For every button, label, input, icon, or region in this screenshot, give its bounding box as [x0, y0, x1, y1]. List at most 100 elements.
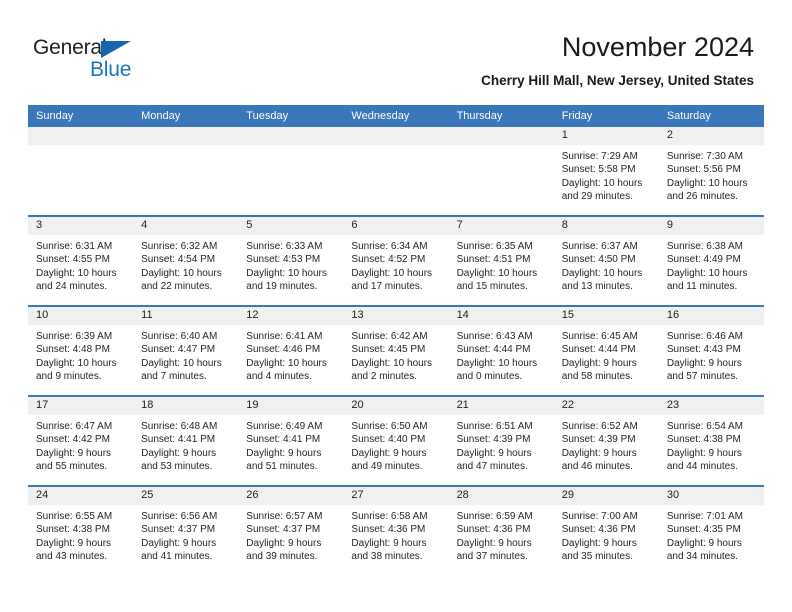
calendar-day-cell[interactable]: 17 Sunrise: 6:47 AM Sunset: 4:42 PM Dayligh…	[28, 397, 134, 485]
day-details: Sunrise: 6:58 AM Sunset: 4:36 PM Daylight:…	[343, 505, 448, 564]
calendar-week-row: 1 Sunrise: 7:29 AM Sunset: 5:58 PM Daylight…	[28, 127, 764, 216]
calendar-day-cell[interactable]: 14 Sunrise: 6:43 AM Sunset: 4:44 PM Dayligh…	[448, 307, 554, 395]
sunrise-text: Sunrise: 6:39 AM	[36, 331, 113, 342]
sunset-text: Sunset: 4:36 PM	[351, 524, 426, 536]
sunset-text: Sunset: 4:35 PM	[666, 524, 741, 536]
sunset-text: Sunset: 4:39 PM	[561, 434, 636, 446]
calendar-day-cell[interactable]: 30 Sunrise: 7:01 AM Sunset: 4:35 PM Dayligh…	[658, 487, 764, 575]
day-details: Sunrise: 6:35 AM Sunset: 4:51 PM Daylight:…	[449, 235, 554, 294]
sunset-text: Sunset: 4:43 PM	[666, 344, 741, 356]
day-number: 4	[133, 217, 239, 235]
sunset-text: Sunset: 4:38 PM	[36, 524, 110, 536]
day-number: 2	[658, 127, 764, 145]
calendar-day-cell[interactable]: 10 Sunrise: 6:39 AM Sunset: 4:48 PM Dayligh…	[28, 307, 134, 395]
calendar-header-row: Sunday Monday Tuesday Wednesday Thursday Frid…	[28, 105, 764, 127]
calendar-day-cell[interactable]: 8 Sunrise: 6:37 AM Sunset: 4:50 PM Daylight…	[553, 217, 659, 305]
sunset-text: Sunset: 4:41 PM	[246, 434, 321, 446]
calendar-day-cell[interactable]: 12 Sunrise: 6:41 AM Sunset: 4:46 PM Dayligh…	[238, 307, 344, 395]
daylight-text: Daylight: 9 hours and 47 minutes.	[456, 447, 532, 473]
calendar-grid: Sunday Monday Tuesday Wednesday Thursday Frid…	[28, 105, 764, 575]
daylight-text: Daylight: 10 hours and 19 minutes.	[246, 267, 327, 293]
day-details: Sunrise: 6:34 AM Sunset: 4:52 PM Daylight:…	[343, 235, 448, 294]
day-number: 14	[448, 307, 554, 325]
day-number: 28	[448, 487, 554, 505]
day-number: 25	[133, 487, 239, 505]
day-details: Sunrise: 6:42 AM Sunset: 4:45 PM Daylight:…	[343, 325, 448, 384]
calendar-day-cell[interactable]: 3 Sunrise: 6:31 AM Sunset: 4:55 PM Daylight…	[28, 217, 134, 305]
daylight-text: Daylight: 9 hours and 49 minutes.	[351, 447, 427, 473]
calendar-table: Sunday Monday Tuesday Wednesday Thursday Frid…	[28, 105, 764, 575]
day-details: Sunrise: 6:51 AM Sunset: 4:39 PM Daylight:…	[449, 415, 554, 474]
weekday-header-monday: Monday	[133, 105, 239, 127]
calendar-day-cell[interactable]: 28 Sunrise: 6:59 AM Sunset: 4:36 PM Dayligh…	[448, 487, 554, 575]
calendar-day-cell[interactable]: 25 Sunrise: 6:56 AM Sunset: 4:37 PM Dayligh…	[133, 487, 239, 575]
calendar-day-cell[interactable]: 27 Sunrise: 6:58 AM Sunset: 4:36 PM Dayligh…	[343, 487, 449, 575]
calendar-day-cell[interactable]: 13 Sunrise: 6:42 AM Sunset: 4:45 PM Dayligh…	[343, 307, 449, 395]
sunset-text: Sunset: 4:36 PM	[561, 524, 636, 536]
day-details: Sunrise: 6:57 AM Sunset: 4:37 PM Daylight:…	[238, 505, 343, 564]
day-number: 29	[553, 487, 659, 505]
sunset-text: Sunset: 5:58 PM	[561, 164, 636, 176]
day-number: 23	[658, 397, 764, 415]
sunset-text: Sunset: 4:53 PM	[246, 254, 321, 266]
calendar-day-cell[interactable]: 20 Sunrise: 6:50 AM Sunset: 4:40 PM Dayligh…	[343, 397, 449, 485]
calendar-day-cell[interactable]: 19 Sunrise: 6:49 AM Sunset: 4:41 PM Dayligh…	[238, 397, 344, 485]
sunrise-text: Sunrise: 6:51 AM	[456, 421, 533, 432]
day-number: 17	[28, 397, 134, 415]
day-details: Sunrise: 6:50 AM Sunset: 4:40 PM Daylight:…	[343, 415, 448, 474]
calendar-day-cell[interactable]: 29 Sunrise: 7:00 AM Sunset: 4:36 PM Dayligh…	[553, 487, 659, 575]
sunset-text: Sunset: 4:39 PM	[456, 434, 531, 446]
sunset-text: Sunset: 5:56 PM	[666, 164, 741, 176]
sunrise-text: Sunrise: 6:34 AM	[351, 241, 428, 252]
calendar-day-cell[interactable]: 9 Sunrise: 6:38 AM Sunset: 4:49 PM Daylight…	[658, 217, 764, 305]
general-blue-logo[interactable]: General Blue	[33, 36, 173, 84]
day-details: Sunrise: 6:48 AM Sunset: 4:41 PM Daylight:…	[133, 415, 238, 474]
sunset-text: Sunset: 4:45 PM	[351, 344, 426, 356]
calendar-day-cell[interactable]: 16 Sunrise: 6:46 AM Sunset: 4:43 PM Dayligh…	[658, 307, 764, 395]
sunset-text: Sunset: 4:51 PM	[456, 254, 531, 266]
calendar-week-row: 10 Sunrise: 6:39 AM Sunset: 4:48 PM Dayligh…	[28, 305, 764, 396]
day-details: Sunrise: 6:49 AM Sunset: 4:41 PM Daylight:…	[238, 415, 343, 474]
day-details: Sunrise: 6:40 AM Sunset: 4:47 PM Daylight:…	[133, 325, 238, 384]
day-number: 6	[343, 217, 449, 235]
day-details: Sunrise: 6:43 AM Sunset: 4:44 PM Daylight:…	[449, 325, 554, 384]
day-details: Sunrise: 6:38 AM Sunset: 4:49 PM Daylight:…	[659, 235, 764, 294]
day-number: 20	[343, 397, 449, 415]
calendar-day-cell[interactable]: 18 Sunrise: 6:48 AM Sunset: 4:41 PM Dayligh…	[133, 397, 239, 485]
day-details: Sunrise: 6:56 AM Sunset: 4:37 PM Daylight:…	[133, 505, 238, 564]
day-details: Sunrise: 6:33 AM Sunset: 4:53 PM Daylight:…	[238, 235, 343, 294]
calendar-day-cell[interactable]: 15 Sunrise: 6:45 AM Sunset: 4:44 PM Dayligh…	[553, 307, 659, 395]
sunrise-text: Sunrise: 6:32 AM	[141, 241, 218, 252]
calendar-day-cell[interactable]: 24 Sunrise: 6:55 AM Sunset: 4:38 PM Dayligh…	[28, 487, 134, 575]
day-number: 10	[28, 307, 134, 325]
calendar-day-cell-empty	[448, 127, 554, 215]
daylight-text: Daylight: 10 hours and 15 minutes.	[456, 267, 538, 293]
calendar-day-cell[interactable]: 7 Sunrise: 6:35 AM Sunset: 4:51 PM Daylight…	[448, 217, 554, 305]
daylight-text: Daylight: 10 hours and 0 minutes.	[456, 357, 538, 383]
logo-text-general: General	[33, 36, 107, 59]
sunset-text: Sunset: 4:44 PM	[561, 344, 636, 356]
daylight-text: Daylight: 10 hours and 13 minutes.	[561, 267, 643, 293]
day-details: Sunrise: 6:55 AM Sunset: 4:38 PM Daylight:…	[28, 505, 133, 564]
daylight-text: Daylight: 9 hours and 55 minutes.	[36, 447, 112, 473]
sunrise-text: Sunrise: 6:52 AM	[561, 421, 638, 432]
calendar-day-cell[interactable]: 2 Sunrise: 7:30 AM Sunset: 5:56 PM Daylight…	[658, 127, 764, 215]
calendar-day-cell[interactable]: 23 Sunrise: 6:54 AM Sunset: 4:38 PM Dayligh…	[658, 397, 764, 485]
sunset-text: Sunset: 4:50 PM	[561, 254, 636, 266]
calendar-day-cell[interactable]: 26 Sunrise: 6:57 AM Sunset: 4:37 PM Dayligh…	[238, 487, 344, 575]
calendar-day-cell[interactable]: 1 Sunrise: 7:29 AM Sunset: 5:58 PM Daylight…	[553, 127, 659, 215]
sunset-text: Sunset: 4:42 PM	[36, 434, 110, 446]
daylight-text: Daylight: 10 hours and 29 minutes.	[561, 177, 643, 203]
calendar-day-cell[interactable]: 4 Sunrise: 6:32 AM Sunset: 4:54 PM Daylight…	[133, 217, 239, 305]
calendar-day-cell[interactable]: 5 Sunrise: 6:33 AM Sunset: 4:53 PM Daylight…	[238, 217, 344, 305]
calendar-day-cell[interactable]: 6 Sunrise: 6:34 AM Sunset: 4:52 PM Daylight…	[343, 217, 449, 305]
calendar-day-cell[interactable]: 21 Sunrise: 6:51 AM Sunset: 4:39 PM Dayligh…	[448, 397, 554, 485]
day-details: Sunrise: 6:32 AM Sunset: 4:54 PM Daylight:…	[133, 235, 238, 294]
day-number	[28, 127, 134, 145]
calendar-day-cell[interactable]: 22 Sunrise: 6:52 AM Sunset: 4:39 PM Dayligh…	[553, 397, 659, 485]
sunrise-text: Sunrise: 6:48 AM	[141, 421, 218, 432]
day-details: Sunrise: 6:59 AM Sunset: 4:36 PM Daylight:…	[449, 505, 554, 564]
day-details: Sunrise: 6:39 AM Sunset: 4:48 PM Daylight:…	[28, 325, 133, 384]
daylight-text: Daylight: 10 hours and 2 minutes.	[351, 357, 433, 383]
calendar-day-cell[interactable]: 11 Sunrise: 6:40 AM Sunset: 4:47 PM Dayligh…	[133, 307, 239, 395]
